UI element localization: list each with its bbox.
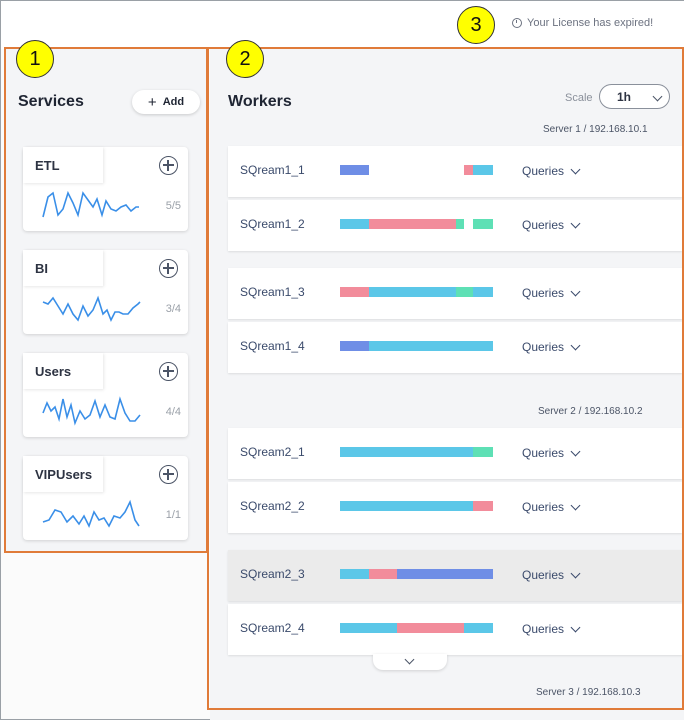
services-highlight-outline	[4, 47, 208, 553]
clock-icon	[512, 18, 522, 28]
badge-2: 2	[226, 40, 264, 78]
badge-1: 1	[16, 40, 54, 78]
license-notice-text: Your License has expired!	[527, 17, 654, 29]
workers-highlight-outline	[207, 47, 684, 710]
badge-3: 3	[457, 6, 495, 44]
license-notice: Your License has expired!	[512, 17, 653, 29]
